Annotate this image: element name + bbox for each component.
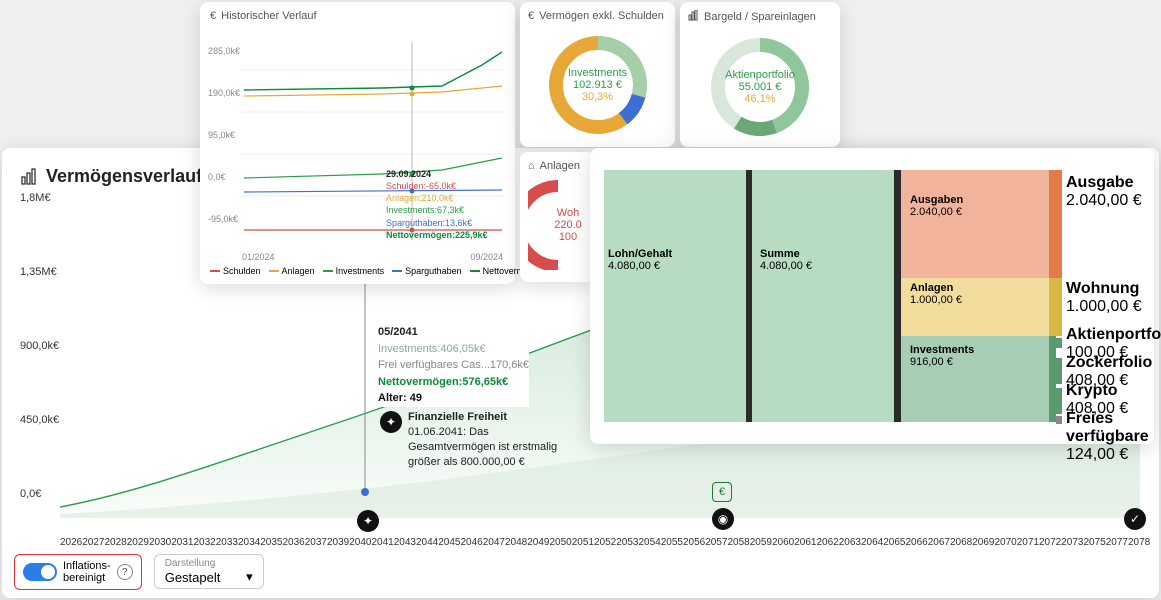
forecast-y-axis: 1,8M€1,35M€900,0k€450,0k€0,0€ (20, 192, 59, 562)
tooltip-date: 05/2041 (378, 324, 529, 341)
inflation-toggle[interactable] (23, 563, 57, 581)
forecast-tooltip: 05/2041 Investments:406,05k€Frei verfügb… (378, 324, 529, 407)
sankey-anlagen-label: Anlagen1.000,00 € (910, 282, 962, 306)
sankey-out-3: Freies verfügbare124,00 € (1066, 410, 1154, 464)
anlagen-donut[interactable]: Woh220.0100 (528, 180, 588, 270)
forecast-x-axis: 2026202720282029203020312032203320342035… (60, 537, 1145, 548)
help-icon[interactable]: ? (117, 564, 133, 580)
timeline-person-icon[interactable]: ◉ (712, 508, 734, 530)
sankey-out-wohnung: Wohnung1.000,00 € (1066, 280, 1142, 316)
home-icon: ⌂ (528, 160, 535, 172)
inflation-toggle-box: Inflations- bereinigt ? (14, 554, 142, 590)
history-y-axis: 285,0k€190,0k€95,0k€0,0€-95,0k€ (208, 46, 240, 256)
timeline-goal-icon[interactable]: ✦ (357, 510, 379, 532)
wealth-donut[interactable]: Investments102.913 €30,3% (543, 30, 653, 140)
inflation-toggle-label: Inflations- bereinigt (63, 560, 111, 584)
sankey-panel: Lohn/Gehalt4.080,00 € Summe4.080,00 € Au… (590, 148, 1154, 444)
euro-icon: € (210, 10, 216, 22)
sankey-chart[interactable] (602, 160, 1142, 432)
milestone-icon[interactable]: ✦ (380, 411, 402, 433)
history-legend: SchuldenAnlagenInvestmentsSparguthabenNe… (210, 266, 544, 276)
bar-chart-icon (20, 168, 38, 186)
sankey-source-label: Lohn/Gehalt4.080,00 € (608, 248, 672, 272)
bar-chart-icon (688, 10, 699, 24)
timeline-check-icon[interactable]: ✓ (1124, 508, 1146, 530)
cash-donut-panel: Bargeld / Spareinlagen Aktienportfolio55… (680, 2, 840, 147)
euro-icon: € (528, 10, 534, 22)
sankey-out-ausgabe: Ausgabe2.040,00 € (1066, 174, 1142, 210)
sankey-ausgaben-label: Ausgaben2.040,00 € (910, 194, 963, 218)
display-mode-dropdown[interactable]: Darstellung Gestapelt▾ (154, 554, 264, 589)
sankey-mid-label: Summe4.080,00 € (760, 248, 812, 272)
wealth-donut-panel: €Vermögen exkl. Schulden Investments102.… (520, 2, 675, 147)
chevron-down-icon: ▾ (246, 569, 253, 585)
timeline-money-icon[interactable]: € (712, 482, 732, 502)
milestone-text: Finanzielle Freiheit 01.06.2041: Das Ges… (408, 410, 578, 469)
sankey-investments-label: Investments916,00 € (910, 344, 974, 368)
cash-donut[interactable]: Aktienportfolio55.001 €46,1% (705, 32, 815, 142)
history-panel: €Historischer Verlauf 285,0k€190,0k€95,0… (200, 2, 515, 284)
forecast-title-text: Vermögensverlauf (46, 166, 202, 187)
anlagen-donut-panel: ⌂Anlagen Woh220.0100 (520, 152, 595, 282)
history-tooltip: 29.09.2024 Schulden:-65,0k€Anlagen:210,0… (386, 168, 488, 241)
